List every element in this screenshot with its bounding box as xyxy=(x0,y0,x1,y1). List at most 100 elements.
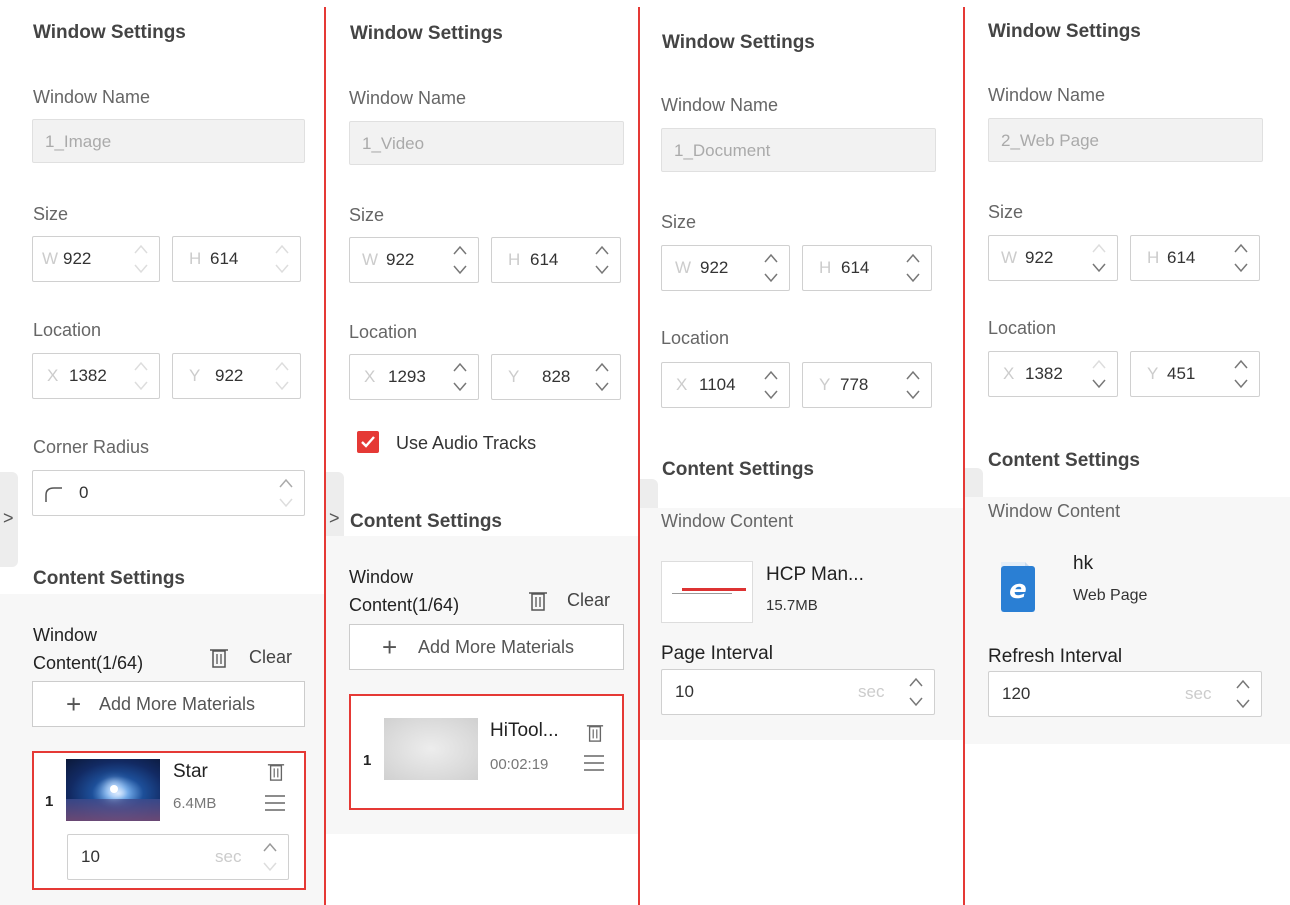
x-stepper[interactable]: X 1382 xyxy=(32,353,160,399)
clear-button[interactable]: Clear xyxy=(249,647,292,668)
width-prefix: W xyxy=(362,250,379,269)
stepper-arrows-icon[interactable] xyxy=(763,366,779,404)
clear-button[interactable]: Clear xyxy=(567,590,610,611)
x-prefix: X xyxy=(676,375,688,394)
width-value: 922 xyxy=(1025,248,1054,267)
stepper-arrows-icon[interactable] xyxy=(594,241,610,279)
y-stepper[interactable]: Y 451 xyxy=(1130,351,1260,397)
chevron-right-icon: > xyxy=(329,508,340,528)
stepper-arrows-icon[interactable] xyxy=(133,357,149,395)
stepper-arrows-icon[interactable] xyxy=(133,240,149,278)
item-name: HCP Man... xyxy=(766,564,864,585)
height-value: 614 xyxy=(530,250,559,269)
stepper-arrows-icon[interactable] xyxy=(1233,355,1249,393)
width-stepper[interactable]: W 922 xyxy=(661,245,790,291)
x-stepper[interactable]: X 1293 xyxy=(349,354,479,400)
trash-icon[interactable] xyxy=(528,590,548,612)
stepper-arrows-icon[interactable] xyxy=(274,357,290,395)
location-label: Location xyxy=(349,322,418,342)
corner-radius-icon xyxy=(45,486,63,502)
width-value: 922 xyxy=(386,250,415,269)
window-content-line1: Window xyxy=(349,567,414,587)
duration-stepper[interactable]: 10 sec xyxy=(67,834,289,880)
y-stepper[interactable]: Y 922 xyxy=(172,353,301,399)
refresh-interval-unit: sec xyxy=(1185,684,1212,703)
x-stepper[interactable]: X 1382 xyxy=(988,351,1118,397)
material-item-card[interactable]: 1 Star 6.4MB 10 sec xyxy=(32,751,306,890)
corner-radius-label: Corner Radius xyxy=(33,437,150,457)
window-content-label: Window Content xyxy=(661,511,794,531)
drag-handle-icon[interactable] xyxy=(584,754,604,772)
stepper-arrows-icon[interactable] xyxy=(1235,675,1251,713)
stepper-arrows-icon[interactable] xyxy=(1091,239,1107,277)
refresh-interval-label: Refresh Interval xyxy=(988,646,1123,667)
x-prefix: X xyxy=(364,367,376,386)
item-type: Web Page xyxy=(1073,587,1148,604)
height-stepper[interactable]: H 614 xyxy=(491,237,621,283)
stepper-arrows-icon[interactable] xyxy=(278,474,294,512)
size-label: Size xyxy=(988,202,1024,222)
stepper-arrows-icon[interactable] xyxy=(1233,239,1249,277)
audio-checkbox[interactable] xyxy=(357,431,379,453)
width-stepper[interactable]: W 922 xyxy=(349,237,479,283)
add-more-materials-button[interactable]: + Add More Materials xyxy=(32,681,305,727)
material-item-card[interactable]: 1 HiTool... 00:02:19 xyxy=(349,694,624,810)
stepper-arrows-icon[interactable] xyxy=(1091,355,1107,393)
location-label: Location xyxy=(661,328,730,348)
y-value: 828 xyxy=(542,367,571,386)
window-name-field[interactable]: 1_Image xyxy=(32,119,305,163)
page-interval-stepper[interactable]: 10 sec xyxy=(661,669,935,715)
width-stepper[interactable]: W 922 xyxy=(32,236,160,282)
height-prefix: H xyxy=(189,249,202,268)
height-stepper[interactable]: H 614 xyxy=(172,236,301,282)
x-prefix: X xyxy=(1003,364,1015,383)
y-stepper[interactable]: Y 778 xyxy=(802,362,932,408)
item-name: hk xyxy=(1073,553,1094,574)
trash-icon[interactable] xyxy=(586,723,604,743)
stepper-arrows-icon[interactable] xyxy=(905,366,921,404)
y-prefix: Y xyxy=(508,367,520,386)
corner-radius-stepper[interactable]: 0 xyxy=(32,470,305,516)
page-interval-value: 10 xyxy=(675,682,694,701)
duration-value: 10 xyxy=(81,847,100,866)
stepper-arrows-icon[interactable] xyxy=(262,838,278,876)
size-label: Size xyxy=(349,205,385,225)
add-more-materials-button[interactable]: + Add More Materials xyxy=(349,624,624,670)
page-interval-label: Page Interval xyxy=(661,643,773,664)
stepper-arrows-icon[interactable] xyxy=(452,358,468,396)
stepper-arrows-icon[interactable] xyxy=(452,241,468,279)
item-duration: 00:02:19 xyxy=(490,756,549,773)
svg-text:e: e xyxy=(1009,575,1027,605)
use-audio-tracks-label[interactable]: Use Audio Tracks xyxy=(396,433,536,454)
stepper-arrows-icon[interactable] xyxy=(594,358,610,396)
panel-document: Window Settings Window Name 1_Document S… xyxy=(640,0,963,905)
width-value: 922 xyxy=(700,258,729,277)
trash-icon[interactable] xyxy=(209,647,229,669)
width-prefix: W xyxy=(675,258,692,277)
drag-handle-icon[interactable] xyxy=(265,794,285,812)
height-stepper[interactable]: H 614 xyxy=(802,245,932,291)
stepper-arrows-icon[interactable] xyxy=(908,673,924,711)
x-stepper[interactable]: X 1104 xyxy=(661,362,790,408)
refresh-interval-stepper[interactable]: 120 sec xyxy=(988,671,1262,717)
section-title-window-settings: Window Settings xyxy=(33,22,186,43)
window-name-field[interactable]: 1_Document xyxy=(661,128,936,172)
plus-icon: + xyxy=(66,689,82,719)
plus-icon: + xyxy=(382,632,398,662)
trash-icon[interactable] xyxy=(267,762,285,782)
height-stepper[interactable]: H 614 xyxy=(1130,235,1260,281)
stepper-arrows-icon[interactable] xyxy=(763,249,779,287)
item-size: 6.4MB xyxy=(173,795,217,812)
window-content-label: Window Content(1/64) xyxy=(349,563,459,619)
stepper-arrows-icon[interactable] xyxy=(905,249,921,287)
window-name-field[interactable]: 1_Video xyxy=(349,121,624,165)
item-name: HiTool... xyxy=(490,720,559,741)
window-content-line1: Window xyxy=(33,625,98,645)
collapse-handle[interactable]: > xyxy=(0,472,18,567)
width-stepper[interactable]: W 922 xyxy=(988,235,1118,281)
y-stepper[interactable]: Y 828 xyxy=(491,354,621,400)
item-size: 15.7MB xyxy=(766,597,818,614)
window-name-field[interactable]: 2_Web Page xyxy=(988,118,1263,162)
window-name-label: Window Name xyxy=(661,95,779,115)
stepper-arrows-icon[interactable] xyxy=(274,240,290,278)
